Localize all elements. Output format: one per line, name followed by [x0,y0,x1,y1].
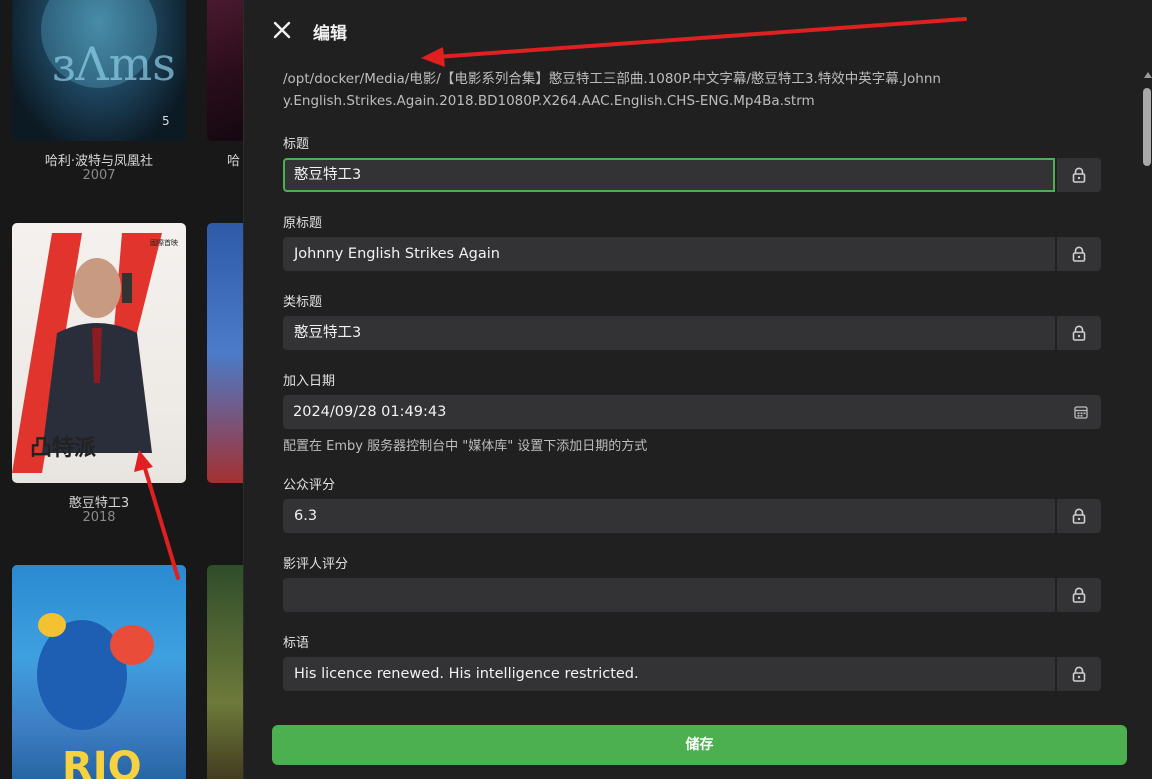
field-label: 标语 [283,636,310,651]
field-label: 标题 [283,137,310,152]
field-critic-rating: 影评人评分 [283,556,1101,612]
panel-header: 编辑 [244,0,1152,62]
lock-icon [1072,508,1086,524]
app-root: ɜΛms 5 哈利·波特与凤凰社 2007 哈 凸特派 國際首映 憨豆特工3 2… [0,0,1152,779]
card-year: 2018 [82,510,116,525]
close-icon [273,21,291,39]
original-title-input[interactable]: Johnny English Strikes Again [283,237,1055,271]
poster-art: ɜΛms 5 [41,0,176,128]
svg-text:5: 5 [162,114,170,128]
field-original-title: 原标题 Johnny English Strikes Again [283,215,1101,271]
scrollbar[interactable] [1141,70,1152,779]
lock-button[interactable] [1057,316,1101,350]
title-input[interactable]: 憨豆特工3 [283,158,1055,192]
lock-button[interactable] [1057,158,1101,192]
svg-text:ɜΛms: ɜΛms [52,37,176,91]
card-year: 2007 [82,168,116,183]
save-button[interactable]: 储存 [272,725,1127,765]
poster-second-col-top[interactable] [207,0,243,141]
card-title[interactable]: 哈 [207,150,243,169]
poster-second-col-middle[interactable] [207,223,243,483]
field-label: 公众评分 [283,478,336,493]
date-added-input[interactable]: 2024/09/28 01:49:43 [283,395,1101,429]
panel-title: 编辑 [313,24,347,44]
svg-text:國際首映: 國際首映 [150,238,178,247]
calendar-icon [1074,406,1088,419]
svg-text:凸特派: 凸特派 [30,435,96,461]
community-rating-input[interactable]: 6.3 [283,499,1055,533]
lock-button[interactable] [1057,499,1101,533]
date-added-hint: 配置在 Emby 服务器控制台中 "媒体库" 设置下添加日期的方式 [283,439,648,454]
calendar-button[interactable] [1073,404,1089,420]
lock-button[interactable] [1057,237,1101,271]
field-community-rating: 公众评分 6.3 [283,477,1101,533]
field-sort-title: 类标题 憨豆特工3 [283,294,1101,350]
field-label: 影评人评分 [283,557,349,572]
lock-icon [1072,246,1086,262]
svg-text:RIO: RIO [62,744,142,779]
field-label: 类标题 [283,295,323,310]
library-grid: ɜΛms 5 哈利·波特与凤凰社 2007 哈 凸特派 國際首映 憨豆特工3 2… [0,0,243,779]
edit-panel: 编辑 /opt/docker/Media/电影/【电影系列合集】憨豆特工三部曲.… [243,0,1152,779]
date-added-value: 2024/09/28 01:49:43 [293,404,447,420]
scrollbar-thumb[interactable] [1143,88,1151,166]
poster-johnny-english[interactable]: 凸特派 國際首映 [12,223,186,483]
poster-second-col-bottom[interactable] [207,565,243,779]
field-label: 原标题 [283,216,323,231]
field-label: 加入日期 [283,374,336,389]
lock-icon [1072,666,1086,682]
lock-button[interactable] [1057,578,1101,612]
scroll-up-arrow-icon[interactable] [1144,72,1152,78]
critic-rating-input[interactable] [283,578,1055,612]
lock-icon [1072,167,1086,183]
lock-icon [1072,325,1086,341]
card-title[interactable]: 憨豆特工3 [12,492,186,511]
field-tagline: 标语 His licence renewed. His intelligence… [283,635,1101,691]
lock-button[interactable] [1057,657,1101,691]
file-path: /opt/docker/Media/电影/【电影系列合集】憨豆特工三部曲.108… [283,71,941,109]
poster-art: 凸特派 國際首映 [12,233,178,473]
lock-icon [1072,587,1086,603]
poster-art: RIO [37,613,154,779]
field-date-added: 加入日期 2024/09/28 01:49:43 配置在 Emby 服务器控制台… [283,373,1101,454]
card-title[interactable]: 哈利·波特与凤凰社 [12,150,186,169]
tagline-input[interactable]: His licence renewed. His intelligence re… [283,657,1055,691]
close-button[interactable] [270,18,294,42]
sort-title-input[interactable]: 憨豆特工3 [283,316,1055,350]
poster-rio[interactable]: RIO [12,565,186,779]
poster-harry-potter[interactable]: ɜΛms 5 [12,0,186,141]
field-title: 标题 憨豆特工3 [283,136,1101,192]
